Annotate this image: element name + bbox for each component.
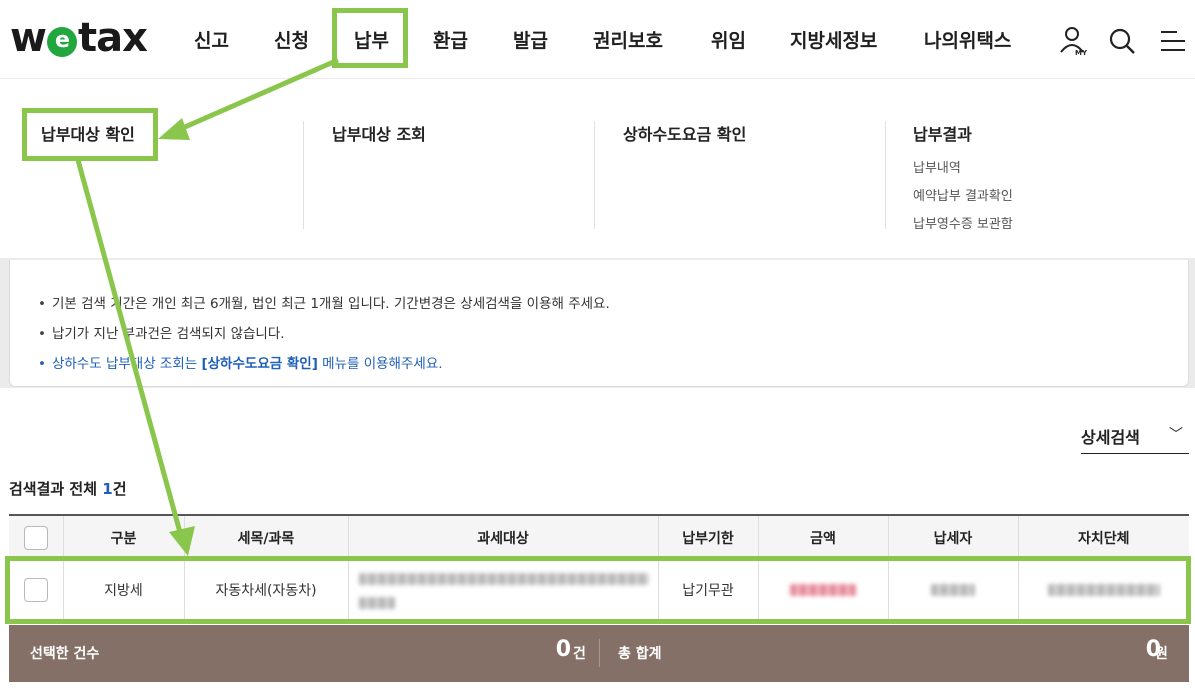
- redacted-name: [931, 584, 975, 596]
- notice-water-link[interactable]: 상하수도 납부대상 조회는 [상하수도요금 확인] 메뉴를 이용해주세요.: [38, 352, 1188, 372]
- cell-amount-redacted: [757, 560, 888, 621]
- table-row[interactable]: 지방세 자동차세(자동차) 납기무관: [9, 560, 1189, 621]
- search-icon[interactable]: [1105, 24, 1139, 58]
- total-amount-unit: 원: [1155, 646, 1168, 662]
- selected-count-value: 0: [555, 637, 571, 662]
- row-select-cell: [9, 560, 63, 621]
- mega-divider: [303, 121, 304, 229]
- wetax-page: w e tax 신고 신청 납부 환급 발급 권리보호 위임 지방세정보 나의위택스…: [0, 0, 1195, 694]
- nav-payment[interactable]: 납부: [354, 26, 389, 53]
- detail-search-dropdown[interactable]: 상세검색 ﹀: [1081, 424, 1189, 454]
- mega-col-inquiry: 납부대상 조회: [332, 121, 426, 145]
- nav-my-wetax[interactable]: 나의위택스: [924, 26, 1011, 53]
- menu-water-bill-check[interactable]: 상하수도요금 확인: [623, 121, 746, 145]
- payment-target-table: 구분 세목/과목 과세대상 납부기한 금액 납세자 자치단체 지방세 자동차세(…: [9, 514, 1189, 621]
- notice-line: 기본 검색 기간은 개인 최근 6개월, 법인 최근 1개월 입니다. 기간변경…: [38, 292, 1188, 312]
- mega-col-water: 상하수도요금 확인: [623, 121, 746, 145]
- col-header-taxpayer: 납세자: [887, 514, 1018, 561]
- selected-count-unit: 건: [573, 646, 586, 662]
- cell-municipality-redacted: [1017, 560, 1189, 621]
- col-header-deadline: 납부기한: [657, 514, 758, 561]
- nav-report[interactable]: 신고: [194, 26, 229, 53]
- nav-issue[interactable]: 발급: [513, 26, 548, 53]
- mega-divider: [885, 121, 886, 229]
- mega-col-check: 납부대상 확인: [41, 121, 135, 145]
- row-checkbox[interactable]: [23, 578, 48, 602]
- payment-mega-menu: 납부대상 확인 납부대상 조회 상하수도요금 확인 납부결과 납부내역 예약납부…: [0, 78, 1195, 258]
- menu-reserved-payment-result[interactable]: 예약납부 결과확인: [913, 185, 1013, 204]
- redacted-municipality: [1047, 584, 1160, 596]
- redacted-text: [358, 573, 649, 585]
- result-summary: 검색결과 전체 1건: [9, 480, 127, 498]
- menu-payment-history[interactable]: 납부내역: [913, 157, 1013, 176]
- selected-count-label: 선택한 건수: [30, 646, 100, 662]
- col-header-tax-item: 세목/과목: [183, 514, 348, 561]
- nav-local-tax-info[interactable]: 지방세정보: [790, 26, 877, 53]
- total-amount-label: 총 합계: [618, 646, 662, 662]
- site-header: w e tax 신고 신청 납부 환급 발급 권리보호 위임 지방세정보 나의위택스…: [0, 0, 1195, 78]
- col-header-taxation-target: 과세대상: [347, 514, 658, 561]
- col-header-amount: 금액: [757, 514, 888, 561]
- nav-refund[interactable]: 환급: [433, 26, 468, 53]
- table-header-row: 구분 세목/과목 과세대상 납부기한 금액 납세자 자치단체: [9, 514, 1189, 561]
- redacted-text: [358, 597, 395, 609]
- menu-receipt-box[interactable]: 납부영수증 보관함: [913, 213, 1013, 232]
- selection-summary-bar: 선택한 건수 0 건 총 합계 0 원: [9, 625, 1189, 682]
- redacted-amount: [790, 584, 856, 596]
- select-all-checkbox[interactable]: [23, 525, 48, 550]
- my-user-icon[interactable]: MY: [1057, 24, 1091, 58]
- nav-rights[interactable]: 권리보호: [593, 26, 663, 53]
- cell-taxation-target-redacted: [347, 560, 658, 621]
- menu-payment-target-check[interactable]: 납부대상 확인: [41, 121, 135, 145]
- result-count: 1: [102, 480, 113, 498]
- svg-text:MY: MY: [1075, 49, 1088, 57]
- menu-icon[interactable]: [1155, 24, 1189, 58]
- menu-payment-result[interactable]: 납부결과: [913, 121, 1013, 145]
- logo-e-mark: e: [46, 27, 77, 57]
- notice-box: 기본 검색 기간은 개인 최근 6개월, 법인 최근 1개월 입니다. 기간변경…: [9, 260, 1189, 387]
- menu-payment-target-inquiry[interactable]: 납부대상 조회: [332, 121, 426, 145]
- detail-search-label: 상세검색: [1081, 428, 1140, 447]
- col-header-municipality: 자치단체: [1017, 514, 1189, 561]
- cell-deadline: 납기무관: [657, 560, 758, 621]
- chevron-down-icon: ﹀: [1169, 427, 1183, 443]
- select-all-cell: [9, 514, 63, 561]
- nav-apply[interactable]: 신청: [274, 26, 309, 53]
- cell-category: 지방세: [62, 560, 184, 621]
- notice-line: 납기가 지난 부과건은 검색되지 않습니다.: [38, 322, 1188, 342]
- nav-delegate[interactable]: 위임: [711, 26, 746, 53]
- cell-tax-item: 자동차세(자동차): [183, 560, 348, 621]
- mega-divider: [594, 121, 595, 229]
- col-header-category: 구분: [62, 514, 184, 561]
- summary-divider: [599, 639, 600, 667]
- cell-taxpayer-redacted: [887, 560, 1018, 621]
- mega-col-result: 납부결과 납부내역 예약납부 결과확인 납부영수증 보관함: [913, 121, 1013, 232]
- wetax-logo[interactable]: w e tax: [10, 14, 148, 62]
